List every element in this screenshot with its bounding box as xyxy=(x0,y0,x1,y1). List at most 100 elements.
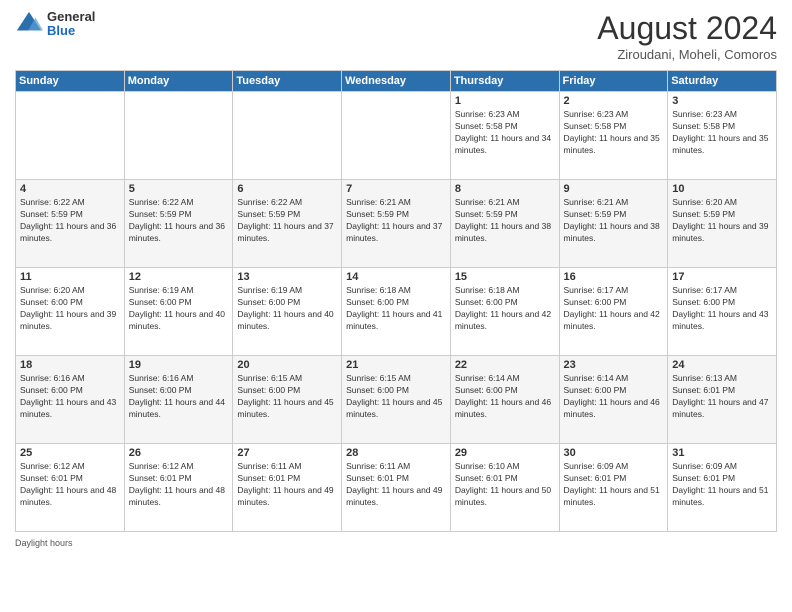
day-info: Sunrise: 6:13 AMSunset: 6:01 PMDaylight:… xyxy=(672,373,772,421)
table-row: 20 Sunrise: 6:15 AMSunset: 6:00 PMDaylig… xyxy=(233,356,342,444)
day-number: 31 xyxy=(672,447,772,459)
day-number: 2 xyxy=(564,95,664,107)
logo: General Blue xyxy=(15,10,95,39)
day-number: 19 xyxy=(129,359,229,371)
calendar-week-row: 25 Sunrise: 6:12 AMSunset: 6:01 PMDaylig… xyxy=(16,444,777,532)
table-row: 8 Sunrise: 6:21 AMSunset: 5:59 PMDayligh… xyxy=(450,180,559,268)
day-info: Sunrise: 6:21 AMSunset: 5:59 PMDaylight:… xyxy=(564,197,664,245)
day-info: Sunrise: 6:19 AMSunset: 6:00 PMDaylight:… xyxy=(129,285,229,333)
day-number: 18 xyxy=(20,359,120,371)
table-row xyxy=(342,92,451,180)
day-info: Sunrise: 6:17 AMSunset: 6:00 PMDaylight:… xyxy=(672,285,772,333)
calendar-week-row: 18 Sunrise: 6:16 AMSunset: 6:00 PMDaylig… xyxy=(16,356,777,444)
day-number: 3 xyxy=(672,95,772,107)
calendar: Sunday Monday Tuesday Wednesday Thursday… xyxy=(15,70,777,532)
table-row xyxy=(124,92,233,180)
table-row: 30 Sunrise: 6:09 AMSunset: 6:01 PMDaylig… xyxy=(559,444,668,532)
table-row: 4 Sunrise: 6:22 AMSunset: 5:59 PMDayligh… xyxy=(16,180,125,268)
subtitle: Ziroudani, Moheli, Comoros xyxy=(597,47,777,62)
day-number: 21 xyxy=(346,359,446,371)
table-row: 23 Sunrise: 6:14 AMSunset: 6:00 PMDaylig… xyxy=(559,356,668,444)
day-number: 27 xyxy=(237,447,337,459)
logo-text: General Blue xyxy=(47,10,95,39)
day-number: 5 xyxy=(129,183,229,195)
day-info: Sunrise: 6:20 AMSunset: 5:59 PMDaylight:… xyxy=(672,197,772,245)
table-row: 21 Sunrise: 6:15 AMSunset: 6:00 PMDaylig… xyxy=(342,356,451,444)
logo-icon xyxy=(15,10,43,38)
table-row: 5 Sunrise: 6:22 AMSunset: 5:59 PMDayligh… xyxy=(124,180,233,268)
table-row: 16 Sunrise: 6:17 AMSunset: 6:00 PMDaylig… xyxy=(559,268,668,356)
day-info: Sunrise: 6:15 AMSunset: 6:00 PMDaylight:… xyxy=(237,373,337,421)
table-row: 12 Sunrise: 6:19 AMSunset: 6:00 PMDaylig… xyxy=(124,268,233,356)
day-info: Sunrise: 6:21 AMSunset: 5:59 PMDaylight:… xyxy=(455,197,555,245)
table-row: 18 Sunrise: 6:16 AMSunset: 6:00 PMDaylig… xyxy=(16,356,125,444)
day-number: 28 xyxy=(346,447,446,459)
day-info: Sunrise: 6:23 AMSunset: 5:58 PMDaylight:… xyxy=(455,109,555,157)
day-info: Sunrise: 6:16 AMSunset: 6:00 PMDaylight:… xyxy=(20,373,120,421)
table-row xyxy=(16,92,125,180)
table-row: 27 Sunrise: 6:11 AMSunset: 6:01 PMDaylig… xyxy=(233,444,342,532)
day-info: Sunrise: 6:20 AMSunset: 6:00 PMDaylight:… xyxy=(20,285,120,333)
day-number: 23 xyxy=(564,359,664,371)
header-friday: Friday xyxy=(559,71,668,92)
table-row: 1 Sunrise: 6:23 AMSunset: 5:58 PMDayligh… xyxy=(450,92,559,180)
header-wednesday: Wednesday xyxy=(342,71,451,92)
day-info: Sunrise: 6:22 AMSunset: 5:59 PMDaylight:… xyxy=(20,197,120,245)
table-row: 15 Sunrise: 6:18 AMSunset: 6:00 PMDaylig… xyxy=(450,268,559,356)
calendar-header-row: Sunday Monday Tuesday Wednesday Thursday… xyxy=(16,71,777,92)
logo-blue: Blue xyxy=(47,24,95,38)
day-number: 25 xyxy=(20,447,120,459)
table-row: 24 Sunrise: 6:13 AMSunset: 6:01 PMDaylig… xyxy=(668,356,777,444)
day-number: 10 xyxy=(672,183,772,195)
daylight-label: Daylight hours xyxy=(15,538,73,548)
table-row: 9 Sunrise: 6:21 AMSunset: 5:59 PMDayligh… xyxy=(559,180,668,268)
header: General Blue August 2024 Ziroudani, Mohe… xyxy=(15,10,777,62)
day-info: Sunrise: 6:21 AMSunset: 5:59 PMDaylight:… xyxy=(346,197,446,245)
calendar-week-row: 1 Sunrise: 6:23 AMSunset: 5:58 PMDayligh… xyxy=(16,92,777,180)
table-row: 6 Sunrise: 6:22 AMSunset: 5:59 PMDayligh… xyxy=(233,180,342,268)
table-row: 29 Sunrise: 6:10 AMSunset: 6:01 PMDaylig… xyxy=(450,444,559,532)
day-number: 30 xyxy=(564,447,664,459)
title-block: August 2024 Ziroudani, Moheli, Comoros xyxy=(597,10,777,62)
day-info: Sunrise: 6:23 AMSunset: 5:58 PMDaylight:… xyxy=(564,109,664,157)
table-row xyxy=(233,92,342,180)
table-row: 10 Sunrise: 6:20 AMSunset: 5:59 PMDaylig… xyxy=(668,180,777,268)
day-number: 12 xyxy=(129,271,229,283)
day-info: Sunrise: 6:14 AMSunset: 6:00 PMDaylight:… xyxy=(455,373,555,421)
day-info: Sunrise: 6:12 AMSunset: 6:01 PMDaylight:… xyxy=(129,461,229,509)
day-number: 8 xyxy=(455,183,555,195)
month-title: August 2024 xyxy=(597,10,777,47)
day-info: Sunrise: 6:16 AMSunset: 6:00 PMDaylight:… xyxy=(129,373,229,421)
page: General Blue August 2024 Ziroudani, Mohe… xyxy=(0,0,792,612)
day-info: Sunrise: 6:22 AMSunset: 5:59 PMDaylight:… xyxy=(237,197,337,245)
table-row: 22 Sunrise: 6:14 AMSunset: 6:00 PMDaylig… xyxy=(450,356,559,444)
day-number: 24 xyxy=(672,359,772,371)
day-info: Sunrise: 6:23 AMSunset: 5:58 PMDaylight:… xyxy=(672,109,772,157)
day-info: Sunrise: 6:12 AMSunset: 6:01 PMDaylight:… xyxy=(20,461,120,509)
day-info: Sunrise: 6:18 AMSunset: 6:00 PMDaylight:… xyxy=(455,285,555,333)
day-number: 26 xyxy=(129,447,229,459)
day-number: 16 xyxy=(564,271,664,283)
day-number: 29 xyxy=(455,447,555,459)
header-monday: Monday xyxy=(124,71,233,92)
day-info: Sunrise: 6:09 AMSunset: 6:01 PMDaylight:… xyxy=(564,461,664,509)
logo-general: General xyxy=(47,10,95,24)
header-sunday: Sunday xyxy=(16,71,125,92)
day-info: Sunrise: 6:22 AMSunset: 5:59 PMDaylight:… xyxy=(129,197,229,245)
day-number: 15 xyxy=(455,271,555,283)
table-row: 25 Sunrise: 6:12 AMSunset: 6:01 PMDaylig… xyxy=(16,444,125,532)
day-info: Sunrise: 6:09 AMSunset: 6:01 PMDaylight:… xyxy=(672,461,772,509)
day-info: Sunrise: 6:15 AMSunset: 6:00 PMDaylight:… xyxy=(346,373,446,421)
day-info: Sunrise: 6:11 AMSunset: 6:01 PMDaylight:… xyxy=(346,461,446,509)
day-info: Sunrise: 6:10 AMSunset: 6:01 PMDaylight:… xyxy=(455,461,555,509)
header-saturday: Saturday xyxy=(668,71,777,92)
day-info: Sunrise: 6:17 AMSunset: 6:00 PMDaylight:… xyxy=(564,285,664,333)
day-number: 9 xyxy=(564,183,664,195)
day-info: Sunrise: 6:11 AMSunset: 6:01 PMDaylight:… xyxy=(237,461,337,509)
table-row: 19 Sunrise: 6:16 AMSunset: 6:00 PMDaylig… xyxy=(124,356,233,444)
calendar-week-row: 11 Sunrise: 6:20 AMSunset: 6:00 PMDaylig… xyxy=(16,268,777,356)
table-row: 13 Sunrise: 6:19 AMSunset: 6:00 PMDaylig… xyxy=(233,268,342,356)
day-number: 11 xyxy=(20,271,120,283)
table-row: 26 Sunrise: 6:12 AMSunset: 6:01 PMDaylig… xyxy=(124,444,233,532)
header-tuesday: Tuesday xyxy=(233,71,342,92)
